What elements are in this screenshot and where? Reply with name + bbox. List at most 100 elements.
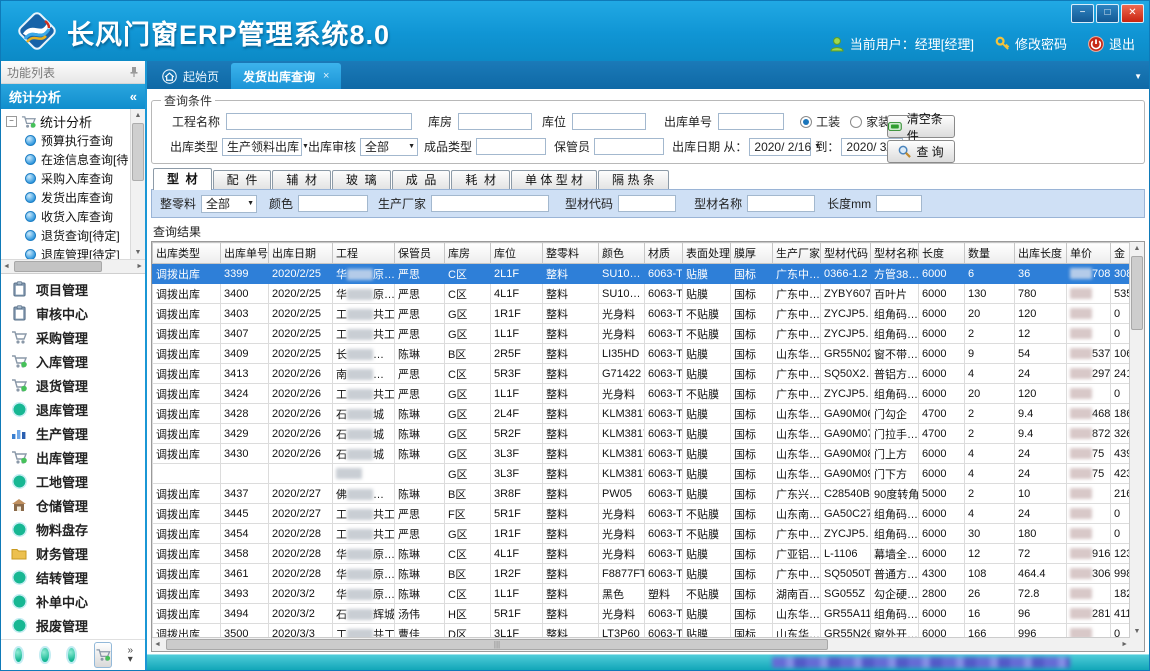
table-row[interactable]: 调拨出库34542020/2/28工共工程严思G区1R1F整料光身料6063-T… xyxy=(153,524,1130,544)
sidebar-item-入库管理[interactable]: 入库管理 xyxy=(1,349,145,373)
minimize-button[interactable]: − xyxy=(1071,4,1094,23)
scroll-down-icon[interactable]: ▼ xyxy=(1130,625,1144,638)
column-header[interactable]: 工程 xyxy=(333,243,395,264)
table-hscroll-thumb[interactable]: ||| xyxy=(166,639,828,650)
table-row[interactable]: 调拨出库34242020/2/26工共工程严思G区1L1F整料光身料6063-T… xyxy=(153,384,1130,404)
column-header[interactable]: 库房 xyxy=(445,243,491,264)
column-header[interactable]: 数量 xyxy=(965,243,1015,264)
table-row[interactable]: 调拨出库34002020/2/25华原…严思C区4L1F整料SU10…6063-… xyxy=(153,284,1130,304)
tab-home[interactable]: 起始页 xyxy=(150,63,231,89)
material-tab-1[interactable]: 型 材 xyxy=(153,168,212,190)
column-header[interactable]: 表面处理 xyxy=(683,243,731,264)
sidebar-item-报废管理[interactable]: 报废管理 xyxy=(1,613,145,637)
tree-item[interactable]: 采购入库查询 xyxy=(6,169,130,188)
sidebar-item-结转管理[interactable]: 结转管理 xyxy=(1,565,145,589)
tree-horizontal-scrollbar[interactable]: ◄ ► xyxy=(1,259,145,274)
table-row[interactable]: 调拨出库34932020/3/2华原…陈琳C区1L1F整料黑色塑料不贴膜国标湖南… xyxy=(153,584,1130,604)
footer-cart-button[interactable] xyxy=(94,642,112,668)
material-tab-8[interactable]: 隔 热 条 xyxy=(598,170,669,190)
material-tab-6[interactable]: 耗 材 xyxy=(451,170,510,190)
table-row[interactable]: 调拨出库34942020/3/2石辉城汤伟H区5R1F整料光身料6063-T5贴… xyxy=(153,604,1130,624)
tree-item[interactable]: 退货查询[待定] xyxy=(6,226,130,245)
sidebar-item-生产管理[interactable]: 生产管理 xyxy=(1,421,145,445)
sidebar-item-仓储管理[interactable]: 仓储管理 xyxy=(1,493,145,517)
sidebar-item-退货管理[interactable]: 退货管理 xyxy=(1,373,145,397)
warehouse-input[interactable] xyxy=(458,113,532,130)
close-button[interactable]: ✕ xyxy=(1121,4,1144,23)
table-row[interactable]: 调拨出库34302020/2/26石城陈琳G区3L3F整料KLM38176063… xyxy=(153,444,1130,464)
table-horizontal-scrollbar[interactable]: ◄ ||| ► xyxy=(152,637,1130,651)
column-header[interactable]: 材质 xyxy=(645,243,683,264)
column-header[interactable]: 长度 xyxy=(919,243,965,264)
table-row[interactable]: 调拨出库34282020/2/26石城陈琳G区2L4F整料KLM38176063… xyxy=(153,404,1130,424)
section-header-statistics[interactable]: 统计分析 « xyxy=(1,84,145,109)
material-tab-4[interactable]: 玻 璃 xyxy=(332,170,391,190)
table-vscroll-thumb[interactable] xyxy=(1131,256,1143,330)
scroll-right-icon[interactable]: ► xyxy=(136,260,143,273)
table-row[interactable]: 调拨出库34452020/2/27工共工程严思F区5R1F整料光身料6063-T… xyxy=(153,504,1130,524)
sidebar-item-审核中心[interactable]: 审核中心 xyxy=(1,301,145,325)
table-row[interactable]: 调拨出库33992020/2/25华原…严思C区2L1F整料SU10…6063-… xyxy=(153,264,1130,284)
column-header[interactable]: 颜色 xyxy=(599,243,645,264)
footer-circle-icon[interactable] xyxy=(39,646,50,664)
keeper-input[interactable] xyxy=(594,138,664,155)
tree-item[interactable]: 预算执行查询 xyxy=(6,131,130,150)
tab-list-dropdown-icon[interactable]: ▼ xyxy=(1134,72,1142,81)
scroll-down-icon[interactable]: ▼ xyxy=(131,246,145,259)
maximize-button[interactable]: □ xyxy=(1096,4,1119,23)
outbound-audit-select[interactable]: 全部▼ xyxy=(360,138,418,156)
tree-item[interactable]: 在途信息查询[待 xyxy=(6,150,130,169)
scroll-left-icon[interactable]: ◄ xyxy=(3,260,10,273)
collapse-icon[interactable]: « xyxy=(130,89,137,104)
radio-industrial[interactable] xyxy=(800,116,812,128)
material-tab-7[interactable]: 单 体 型 材 xyxy=(511,170,597,190)
sidebar-item-退库管理[interactable]: 退库管理 xyxy=(1,397,145,421)
tree-expander-icon[interactable]: − xyxy=(6,116,17,127)
sidebar-item-出库管理[interactable]: 出库管理 xyxy=(1,445,145,469)
clear-conditions-button[interactable]: 清空条件 xyxy=(887,115,955,138)
tree-item[interactable]: 收货入库查询 xyxy=(6,207,130,226)
scroll-right-icon[interactable]: ► xyxy=(1121,638,1128,651)
sidebar-item-物料盘存[interactable]: 物料盘存 xyxy=(1,517,145,541)
radio-home-decor[interactable] xyxy=(850,116,862,128)
tree-root-node[interactable]: − 统计分析 xyxy=(6,112,130,131)
table-row[interactable]: 调拨出库34612020/2/28华原…陈琳B区1R2F整料F8877FT606… xyxy=(153,564,1130,584)
outbound-order-input[interactable] xyxy=(718,113,784,130)
project-name-input[interactable] xyxy=(226,113,412,130)
whole-piece-select[interactable]: 全部▼ xyxy=(201,195,257,213)
table-row[interactable]: 调拨出库34292020/2/26石城陈琳G区5R2F整料KLM38176063… xyxy=(153,424,1130,444)
material-tab-2[interactable]: 配 件 xyxy=(213,170,272,190)
profile-code-input[interactable] xyxy=(618,195,676,212)
column-header[interactable]: 膜厚 xyxy=(731,243,773,264)
sidebar-item-项目管理[interactable]: 项目管理 xyxy=(1,277,145,301)
scroll-up-icon[interactable]: ▲ xyxy=(131,109,145,122)
column-header[interactable]: 整零料 xyxy=(543,243,599,264)
product-type-input[interactable] xyxy=(476,138,546,155)
footer-circle-icon[interactable] xyxy=(66,646,77,664)
sidebar-item-补单中心[interactable]: 补单中心 xyxy=(1,589,145,613)
column-header[interactable]: 生产厂家 xyxy=(773,243,821,264)
tree-scroll-thumb[interactable] xyxy=(132,123,144,181)
table-row[interactable]: 调拨出库34132020/2/26南…严思C区5R3F整料G714226063-… xyxy=(153,364,1130,384)
tree-item[interactable]: 发货出库查询 xyxy=(6,188,130,207)
scroll-left-icon[interactable]: ◄ xyxy=(154,638,161,651)
table-row[interactable]: 调拨出库34072020/2/25工共工程严思G区1L1F整料光身料6063-T… xyxy=(153,324,1130,344)
table-vertical-scrollbar[interactable]: ▲ ▼ xyxy=(1129,242,1144,651)
search-button[interactable]: 查 询 xyxy=(887,140,955,163)
profile-name-input[interactable] xyxy=(747,195,815,212)
material-tab-5[interactable]: 成 品 xyxy=(392,170,451,190)
footer-expand-icon[interactable]: »▾ xyxy=(127,646,133,664)
sidebar-item-采购管理[interactable]: 采购管理 xyxy=(1,325,145,349)
column-header[interactable]: 出库类型 xyxy=(153,243,221,264)
column-header[interactable]: 金 xyxy=(1111,243,1130,264)
column-header[interactable]: 出库长度 xyxy=(1015,243,1067,264)
table-row[interactable]: 调拨出库34092020/2/25长…陈琳B区2R5F整料LI35HD6063-… xyxy=(153,344,1130,364)
column-header[interactable]: 出库日期 xyxy=(269,243,333,264)
material-tab-3[interactable]: 辅 材 xyxy=(272,170,331,190)
column-header[interactable]: 出库单号 xyxy=(221,243,269,264)
table-row[interactable]: G区3L3F整料KLM38176063-T5贴膜国标山东华…GA90M09…门下… xyxy=(153,464,1130,484)
color-input[interactable] xyxy=(298,195,368,212)
date-from-select[interactable]: 2020/ 2/16▼ xyxy=(749,138,811,156)
location-input[interactable] xyxy=(572,113,646,130)
table-row[interactable]: 调拨出库34372020/2/27佛…陈琳B区3R8F整料PW056063-T5… xyxy=(153,484,1130,504)
